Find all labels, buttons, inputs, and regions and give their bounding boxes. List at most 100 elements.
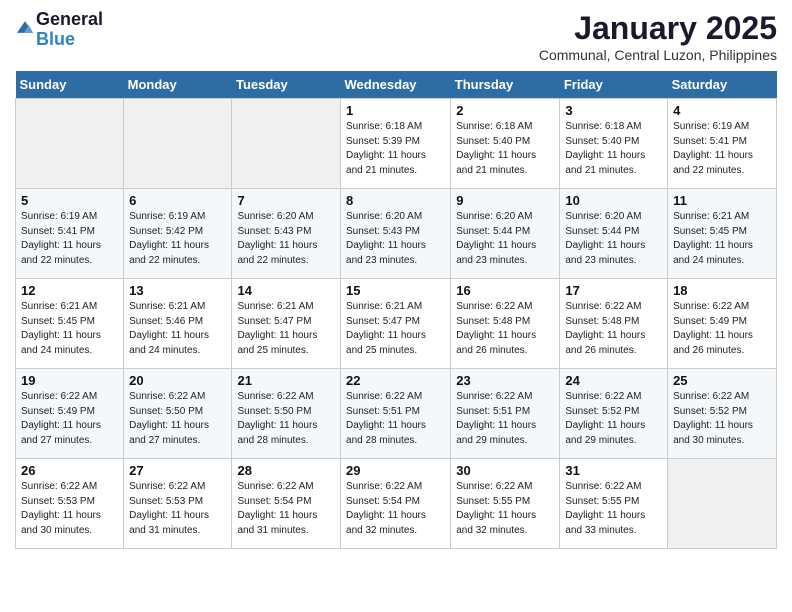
calendar-cell: 30 Sunrise: 6:22 AMSunset: 5:55 PMDayligh…: [451, 459, 560, 549]
day-info: Sunrise: 6:22 AMSunset: 5:55 PMDaylight:…: [456, 480, 554, 538]
day-number: 5: [21, 193, 118, 208]
weekday-header-sunday: Sunday: [16, 71, 124, 99]
day-info: Sunrise: 6:21 AMSunset: 5:45 PMDaylight:…: [21, 300, 118, 358]
calendar-cell: 23Sunrise: 6:22 AMSunset: 5:51 PMDayligh…: [451, 369, 560, 459]
day-info: Sunrise: 6:22 AMSunset: 5:54 PMDaylight:…: [346, 480, 445, 538]
calendar-cell: 19 Sunrise: 6:22 AMSunset: 5:49 PMDayligh…: [16, 369, 124, 459]
day-number: 24: [565, 373, 662, 388]
calendar-cell: 13 Sunrise: 6:21 AMSunset: 5:46 PMDayligh…: [124, 279, 232, 369]
logo: GeneralBlue: [15, 10, 103, 50]
logo-text: GeneralBlue: [36, 10, 103, 50]
day-info: Sunrise: 6:22 AMSunset: 5:50 PMDaylight:…: [129, 390, 226, 448]
calendar-cell: 29 Sunrise: 6:22 AMSunset: 5:54 PMDayligh…: [341, 459, 451, 549]
weekday-header-thursday: Thursday: [451, 71, 560, 99]
calendar-cell: 10 Sunrise: 6:20 AMSunset: 5:44 PMDayligh…: [560, 189, 668, 279]
day-info: Sunrise: 6:22 AMSunset: 5:52 PMDaylight:…: [673, 390, 771, 448]
day-number: 15: [346, 283, 445, 298]
calendar-cell: 16Sunrise: 6:22 AMSunset: 5:48 PMDayligh…: [451, 279, 560, 369]
day-info: Sunrise: 6:20 AMSunset: 5:44 PMDaylight:…: [456, 210, 554, 268]
calendar-cell: 18Sunrise: 6:22 AMSunset: 5:49 PMDayligh…: [668, 279, 777, 369]
day-info: Sunrise: 6:22 AMSunset: 5:53 PMDaylight:…: [21, 480, 118, 538]
day-number: 30: [456, 463, 554, 478]
week-row-5: 26 Sunrise: 6:22 AMSunset: 5:53 PMDayligh…: [16, 459, 777, 549]
calendar-cell: 31Sunrise: 6:22 AMSunset: 5:55 PMDayligh…: [560, 459, 668, 549]
day-number: 22: [346, 373, 445, 388]
day-number: 12: [21, 283, 118, 298]
day-info: Sunrise: 6:19 AMSunset: 5:41 PMDaylight:…: [673, 120, 771, 178]
day-info: Sunrise: 6:22 AMSunset: 5:49 PMDaylight:…: [673, 300, 771, 358]
calendar-cell: 26 Sunrise: 6:22 AMSunset: 5:53 PMDayligh…: [16, 459, 124, 549]
day-number: 29: [346, 463, 445, 478]
day-number: 13: [129, 283, 226, 298]
calendar-cell: 22 Sunrise: 6:22 AMSunset: 5:51 PMDayligh…: [341, 369, 451, 459]
day-info: Sunrise: 6:19 AMSunset: 5:42 PMDaylight:…: [129, 210, 226, 268]
day-info: Sunrise: 6:20 AMSunset: 5:43 PMDaylight:…: [346, 210, 445, 268]
day-info: Sunrise: 6:22 AMSunset: 5:55 PMDaylight:…: [565, 480, 662, 538]
day-info: Sunrise: 6:21 AMSunset: 5:45 PMDaylight:…: [673, 210, 771, 268]
day-info: Sunrise: 6:22 AMSunset: 5:53 PMDaylight:…: [129, 480, 226, 538]
day-number: 26: [21, 463, 118, 478]
day-number: 4: [673, 103, 771, 118]
day-number: 7: [237, 193, 335, 208]
day-number: 28: [237, 463, 335, 478]
day-info: Sunrise: 6:18 AMSunset: 5:39 PMDaylight:…: [346, 120, 445, 178]
day-number: 10: [565, 193, 662, 208]
week-row-1: 1Sunrise: 6:18 AMSunset: 5:39 PMDaylight…: [16, 99, 777, 189]
day-info: Sunrise: 6:18 AMSunset: 5:40 PMDaylight:…: [456, 120, 554, 178]
day-info: Sunrise: 6:22 AMSunset: 5:50 PMDaylight:…: [237, 390, 335, 448]
day-number: 3: [565, 103, 662, 118]
logo-icon: [16, 18, 34, 36]
day-info: Sunrise: 6:21 AMSunset: 5:46 PMDaylight:…: [129, 300, 226, 358]
calendar-cell: [16, 99, 124, 189]
calendar-cell: 3 Sunrise: 6:18 AMSunset: 5:40 PMDaylight…: [560, 99, 668, 189]
title-block: January 2025 Communal, Central Luzon, Ph…: [539, 10, 777, 63]
calendar-cell: 17Sunrise: 6:22 AMSunset: 5:48 PMDayligh…: [560, 279, 668, 369]
weekday-header-tuesday: Tuesday: [232, 71, 341, 99]
weekday-header-wednesday: Wednesday: [341, 71, 451, 99]
calendar-cell: 11Sunrise: 6:21 AMSunset: 5:45 PMDayligh…: [668, 189, 777, 279]
calendar-cell: [232, 99, 341, 189]
calendar-cell: [668, 459, 777, 549]
day-info: Sunrise: 6:18 AMSunset: 5:40 PMDaylight:…: [565, 120, 662, 178]
calendar-cell: 6Sunrise: 6:19 AMSunset: 5:42 PMDaylight…: [124, 189, 232, 279]
calendar-table: SundayMondayTuesdayWednesdayThursdayFrid…: [15, 71, 777, 549]
page-header: GeneralBlue January 2025 Communal, Centr…: [15, 10, 777, 63]
day-number: 20: [129, 373, 226, 388]
day-number: 2: [456, 103, 554, 118]
day-info: Sunrise: 6:22 AMSunset: 5:48 PMDaylight:…: [565, 300, 662, 358]
day-number: 9: [456, 193, 554, 208]
weekday-header-row: SundayMondayTuesdayWednesdayThursdayFrid…: [16, 71, 777, 99]
calendar-cell: 5 Sunrise: 6:19 AMSunset: 5:41 PMDaylight…: [16, 189, 124, 279]
calendar-cell: 21 Sunrise: 6:22 AMSunset: 5:50 PMDayligh…: [232, 369, 341, 459]
calendar-cell: 24 Sunrise: 6:22 AMSunset: 5:52 PMDayligh…: [560, 369, 668, 459]
calendar-cell: 12 Sunrise: 6:21 AMSunset: 5:45 PMDayligh…: [16, 279, 124, 369]
calendar-cell: 27 Sunrise: 6:22 AMSunset: 5:53 PMDayligh…: [124, 459, 232, 549]
month-title: January 2025: [539, 10, 777, 47]
calendar-cell: [124, 99, 232, 189]
weekday-header-friday: Friday: [560, 71, 668, 99]
day-info: Sunrise: 6:22 AMSunset: 5:48 PMDaylight:…: [456, 300, 554, 358]
day-info: Sunrise: 6:20 AMSunset: 5:43 PMDaylight:…: [237, 210, 335, 268]
day-number: 23: [456, 373, 554, 388]
day-number: 25: [673, 373, 771, 388]
day-info: Sunrise: 6:22 AMSunset: 5:51 PMDaylight:…: [346, 390, 445, 448]
day-number: 21: [237, 373, 335, 388]
calendar-cell: 14Sunrise: 6:21 AMSunset: 5:47 PMDayligh…: [232, 279, 341, 369]
day-number: 27: [129, 463, 226, 478]
week-row-4: 19 Sunrise: 6:22 AMSunset: 5:49 PMDayligh…: [16, 369, 777, 459]
day-info: Sunrise: 6:20 AMSunset: 5:44 PMDaylight:…: [565, 210, 662, 268]
calendar-cell: 15 Sunrise: 6:21 AMSunset: 5:47 PMDayligh…: [341, 279, 451, 369]
calendar-cell: 8Sunrise: 6:20 AMSunset: 5:43 PMDaylight…: [341, 189, 451, 279]
day-number: 19: [21, 373, 118, 388]
calendar-cell: 2 Sunrise: 6:18 AMSunset: 5:40 PMDaylight…: [451, 99, 560, 189]
day-info: Sunrise: 6:22 AMSunset: 5:49 PMDaylight:…: [21, 390, 118, 448]
calendar-cell: 20 Sunrise: 6:22 AMSunset: 5:50 PMDayligh…: [124, 369, 232, 459]
weekday-header-saturday: Saturday: [668, 71, 777, 99]
day-info: Sunrise: 6:19 AMSunset: 5:41 PMDaylight:…: [21, 210, 118, 268]
day-info: Sunrise: 6:21 AMSunset: 5:47 PMDaylight:…: [346, 300, 445, 358]
weekday-header-monday: Monday: [124, 71, 232, 99]
calendar-cell: 7 Sunrise: 6:20 AMSunset: 5:43 PMDaylight…: [232, 189, 341, 279]
calendar-cell: 9 Sunrise: 6:20 AMSunset: 5:44 PMDaylight…: [451, 189, 560, 279]
day-number: 14: [237, 283, 335, 298]
day-info: Sunrise: 6:22 AMSunset: 5:52 PMDaylight:…: [565, 390, 662, 448]
